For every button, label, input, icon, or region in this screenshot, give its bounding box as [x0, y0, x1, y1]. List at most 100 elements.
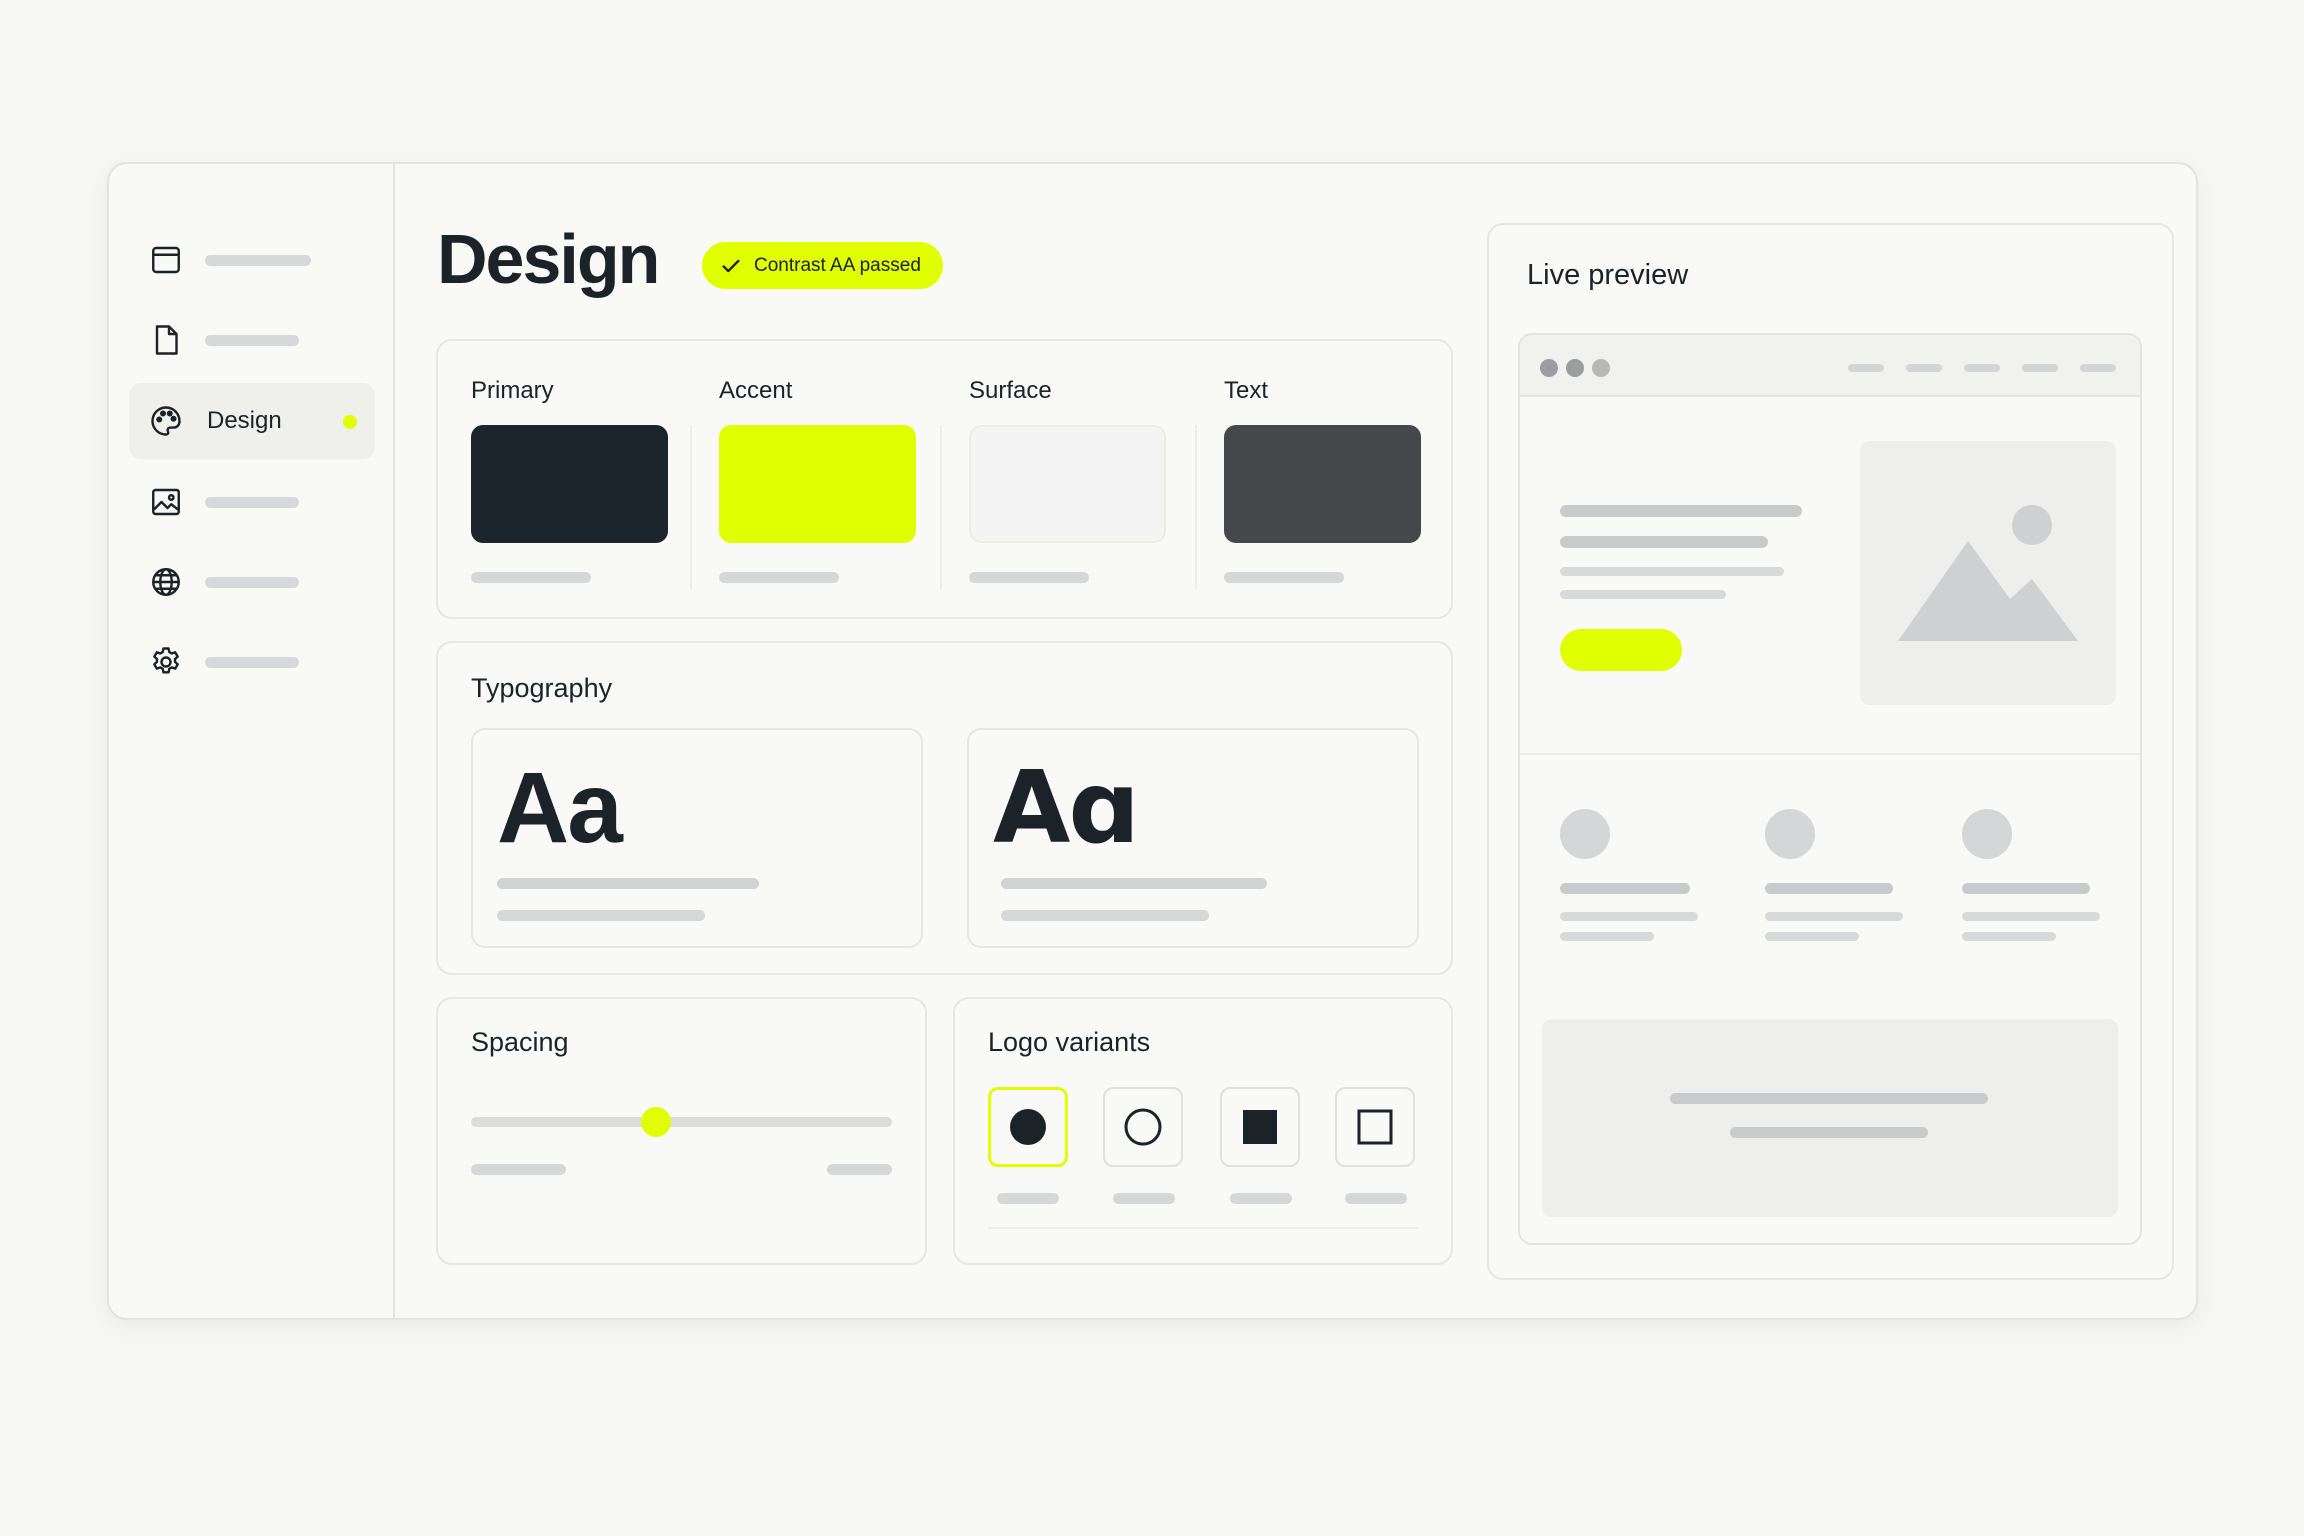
logo-variant-label	[1230, 1193, 1292, 1204]
swatch-label-accent: Accent	[719, 377, 793, 404]
color-palette-card: Primary Accent Surface Text	[436, 339, 1453, 619]
swatch-primary[interactable]	[471, 425, 668, 543]
outline-square-icon	[1357, 1109, 1393, 1145]
live-preview-panel: Live preview	[1487, 223, 2174, 1280]
sidebar-item-settings[interactable]	[129, 624, 375, 700]
feature-title-placeholder	[1962, 883, 2090, 894]
swatch-accent[interactable]	[719, 425, 916, 543]
font-sample-secondary[interactable]: Aɑ	[967, 728, 1419, 948]
window-control-dot	[1566, 359, 1584, 377]
feature-icon-placeholder	[1560, 809, 1610, 859]
nav-link-placeholder	[2080, 364, 2116, 372]
window-control-dot	[1540, 359, 1558, 377]
spacing-slider-thumb[interactable]	[641, 1107, 672, 1137]
footer-text-placeholder	[1730, 1127, 1928, 1138]
swatch-label-text: Text	[1224, 377, 1269, 404]
gear-icon	[147, 643, 185, 681]
sidebar-item-window[interactable]	[129, 222, 375, 298]
logo-variant-filled-circle[interactable]	[988, 1087, 1068, 1167]
sidebar-item-label: Design	[207, 407, 282, 434]
filled-circle-icon	[1010, 1109, 1046, 1145]
browser-toolbar	[1520, 335, 2140, 397]
feature-text-placeholder	[1765, 932, 1859, 941]
feature-icon-placeholder	[1765, 809, 1815, 859]
nav-link-placeholder	[1964, 364, 2000, 372]
sidebar-item-placeholder	[205, 334, 299, 346]
swatch-value-placeholder	[1224, 572, 1344, 583]
window-icon	[147, 241, 185, 279]
text-line-placeholder	[1001, 910, 1209, 921]
divider	[1520, 753, 2140, 755]
footer-block-placeholder	[1542, 1019, 2118, 1217]
logo-variant-filled-square[interactable]	[1220, 1087, 1300, 1167]
feature-text-placeholder	[1560, 912, 1698, 921]
sidebar-item-design[interactable]: Design	[129, 383, 375, 459]
feature-title-placeholder	[1560, 883, 1690, 894]
sidebar-item-placeholder	[205, 576, 299, 588]
spacing-card: Spacing	[436, 997, 927, 1265]
sidebar-item-document[interactable]	[129, 302, 375, 378]
nav-link-placeholder	[1848, 364, 1884, 372]
page-title: Design	[437, 220, 660, 298]
document-icon	[147, 321, 185, 359]
hero-image-placeholder	[1860, 441, 2116, 705]
text-line-placeholder	[497, 878, 759, 889]
divider	[940, 425, 942, 589]
divider	[690, 425, 692, 589]
panel-title: Live preview	[1527, 259, 1689, 291]
font-sample-primary[interactable]: Aa	[471, 728, 923, 948]
palette-icon	[147, 402, 185, 440]
globe-icon	[147, 563, 185, 601]
logo-variant-label	[1113, 1193, 1175, 1204]
swatch-value-placeholder	[471, 572, 591, 583]
filled-square-icon	[1243, 1110, 1277, 1144]
hero-text-placeholder	[1560, 567, 1784, 576]
divider	[988, 1227, 1418, 1229]
card-title: Typography	[471, 673, 613, 703]
swatch-value-placeholder	[969, 572, 1089, 583]
feature-text-placeholder	[1962, 932, 2056, 941]
sidebar-item-placeholder	[205, 254, 311, 266]
contrast-status-badge: Contrast AA passed	[702, 242, 943, 289]
hero-cta-button[interactable]	[1560, 629, 1682, 671]
check-icon	[722, 259, 740, 272]
sidebar-item-media[interactable]	[129, 464, 375, 540]
nav-link-placeholder	[1906, 364, 1942, 372]
text-line-placeholder	[497, 910, 705, 921]
logo-variant-label	[1345, 1193, 1407, 1204]
feature-title-placeholder	[1765, 883, 1893, 894]
feature-text-placeholder	[1962, 912, 2100, 921]
sidebar: Design	[109, 164, 395, 1318]
outline-circle-icon	[1124, 1108, 1162, 1146]
slider-max-label	[827, 1164, 892, 1175]
logo-variant-outline-circle[interactable]	[1103, 1087, 1183, 1167]
swatch-label-primary: Primary	[471, 377, 554, 404]
preview-browser-frame	[1518, 333, 2142, 1245]
swatch-value-placeholder	[719, 572, 839, 583]
sidebar-item-placeholder	[205, 656, 299, 668]
typography-card: Typography Aa Aɑ	[436, 641, 1453, 975]
swatch-surface[interactable]	[969, 425, 1166, 543]
nav-link-placeholder	[2022, 364, 2058, 372]
image-icon	[147, 483, 185, 521]
feature-text-placeholder	[1765, 912, 1903, 921]
logo-variant-outline-square[interactable]	[1335, 1087, 1415, 1167]
slider-min-label	[471, 1164, 566, 1175]
sidebar-item-globe[interactable]	[129, 544, 375, 620]
swatch-text[interactable]	[1224, 425, 1421, 543]
logo-variants-card: Logo variants	[953, 997, 1453, 1265]
window-control-dot	[1592, 359, 1610, 377]
hero-text-placeholder	[1560, 590, 1726, 599]
logo-variant-label	[997, 1193, 1059, 1204]
swatch-label-surface: Surface	[969, 377, 1052, 404]
hero-heading-placeholder	[1560, 505, 1802, 517]
image-placeholder-icon	[1898, 505, 2078, 641]
font-sample-text: Aɑ	[993, 749, 1140, 866]
text-line-placeholder	[1001, 878, 1267, 889]
card-title: Logo variants	[988, 1027, 1151, 1057]
feature-text-placeholder	[1560, 932, 1654, 941]
hero-heading-placeholder	[1560, 536, 1768, 548]
sidebar-item-placeholder	[205, 496, 299, 508]
font-sample-text: Aa	[497, 752, 623, 864]
spacing-slider-track[interactable]	[471, 1117, 892, 1127]
